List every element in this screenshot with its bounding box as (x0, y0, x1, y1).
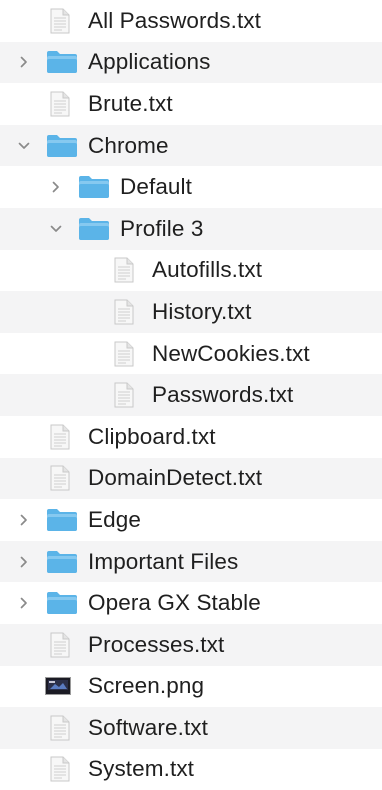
item-name: Default (120, 174, 192, 200)
text-file-icon (114, 382, 134, 408)
folder-row-profile-3[interactable]: Profile 3 (0, 207, 382, 250)
item-name: Important Files (88, 548, 239, 574)
item-name: Chrome (88, 132, 169, 158)
folder-icon (46, 591, 78, 615)
disclosure-chevron-down-icon[interactable] (18, 140, 30, 152)
text-file-icon (114, 299, 134, 325)
folder-icon (46, 508, 78, 532)
folder-icon (78, 217, 110, 241)
item-name: DomainDetect.txt (88, 465, 263, 491)
folder-row-applications[interactable]: Applications (0, 41, 382, 84)
file-row-clipboard-txt[interactable]: Clipboard.txt (0, 416, 382, 458)
text-file-icon (50, 756, 70, 782)
folder-icon (46, 50, 78, 74)
disclosure-chevron-right-icon[interactable] (18, 56, 30, 68)
text-file-icon (114, 341, 134, 367)
text-file-icon (50, 8, 70, 34)
item-name: Profile 3 (120, 215, 204, 241)
item-name: Clipboard.txt (88, 423, 216, 449)
folder-row-edge[interactable]: Edge (0, 499, 382, 541)
disclosure-chevron-down-icon[interactable] (50, 223, 62, 235)
image-file-icon (45, 677, 71, 696)
file-list: All Passwords.txt Applications Brute.txt Ch… (0, 0, 382, 790)
item-name: Processes.txt (88, 631, 225, 657)
item-name: Applications (88, 49, 211, 75)
file-row-newcookies-txt[interactable]: NewCookies.txt (0, 333, 382, 375)
file-row-brute-txt[interactable]: Brute.txt (0, 83, 382, 125)
item-name: Autofills.txt (152, 257, 263, 283)
text-file-icon (50, 715, 70, 741)
file-row-autofills-txt[interactable]: Autofills.txt (0, 250, 382, 292)
text-file-icon (50, 465, 70, 491)
folder-icon (46, 550, 78, 574)
item-name: Brute.txt (88, 90, 173, 116)
file-row-system-txt[interactable]: System.txt (0, 749, 382, 790)
disclosure-chevron-right-icon[interactable] (50, 181, 62, 193)
folder-row-opera-gx-stable[interactable]: Opera GX Stable (0, 582, 382, 624)
item-name: NewCookies.txt (152, 340, 310, 366)
disclosure-chevron-right-icon[interactable] (18, 556, 30, 568)
item-name: All Passwords.txt (88, 7, 261, 33)
file-row-processes-txt[interactable]: Processes.txt (0, 623, 382, 666)
file-row-domaindetect-txt[interactable]: DomainDetect.txt (0, 457, 382, 500)
folder-row-chrome[interactable]: Chrome (0, 124, 382, 167)
folder-icon (78, 175, 110, 199)
folder-icon (46, 134, 78, 158)
folder-row-default[interactable]: Default (0, 166, 382, 208)
text-file-icon (50, 632, 70, 658)
item-name: Software.txt (88, 714, 208, 740)
item-name: Passwords.txt (152, 382, 294, 408)
item-name: Screen.png (88, 673, 205, 699)
file-row-screen-png[interactable]: Screen.png (0, 666, 382, 708)
item-name: History.txt (152, 298, 252, 324)
text-file-icon (50, 424, 70, 450)
disclosure-chevron-right-icon[interactable] (18, 514, 30, 526)
file-row-software-txt[interactable]: Software.txt (0, 707, 382, 749)
file-row-history-txt[interactable]: History.txt (0, 291, 382, 333)
text-file-icon (50, 91, 70, 117)
disclosure-chevron-right-icon[interactable] (18, 597, 30, 609)
item-name: System.txt (88, 756, 195, 782)
text-file-icon (114, 257, 134, 283)
file-row-passwords-txt[interactable]: Passwords.txt (0, 374, 382, 416)
item-name: Edge (88, 506, 141, 532)
item-name: Opera GX Stable (88, 590, 261, 616)
file-row-all-passwords-txt[interactable]: All Passwords.txt (0, 0, 382, 42)
folder-row-important-files[interactable]: Important Files (0, 540, 382, 583)
